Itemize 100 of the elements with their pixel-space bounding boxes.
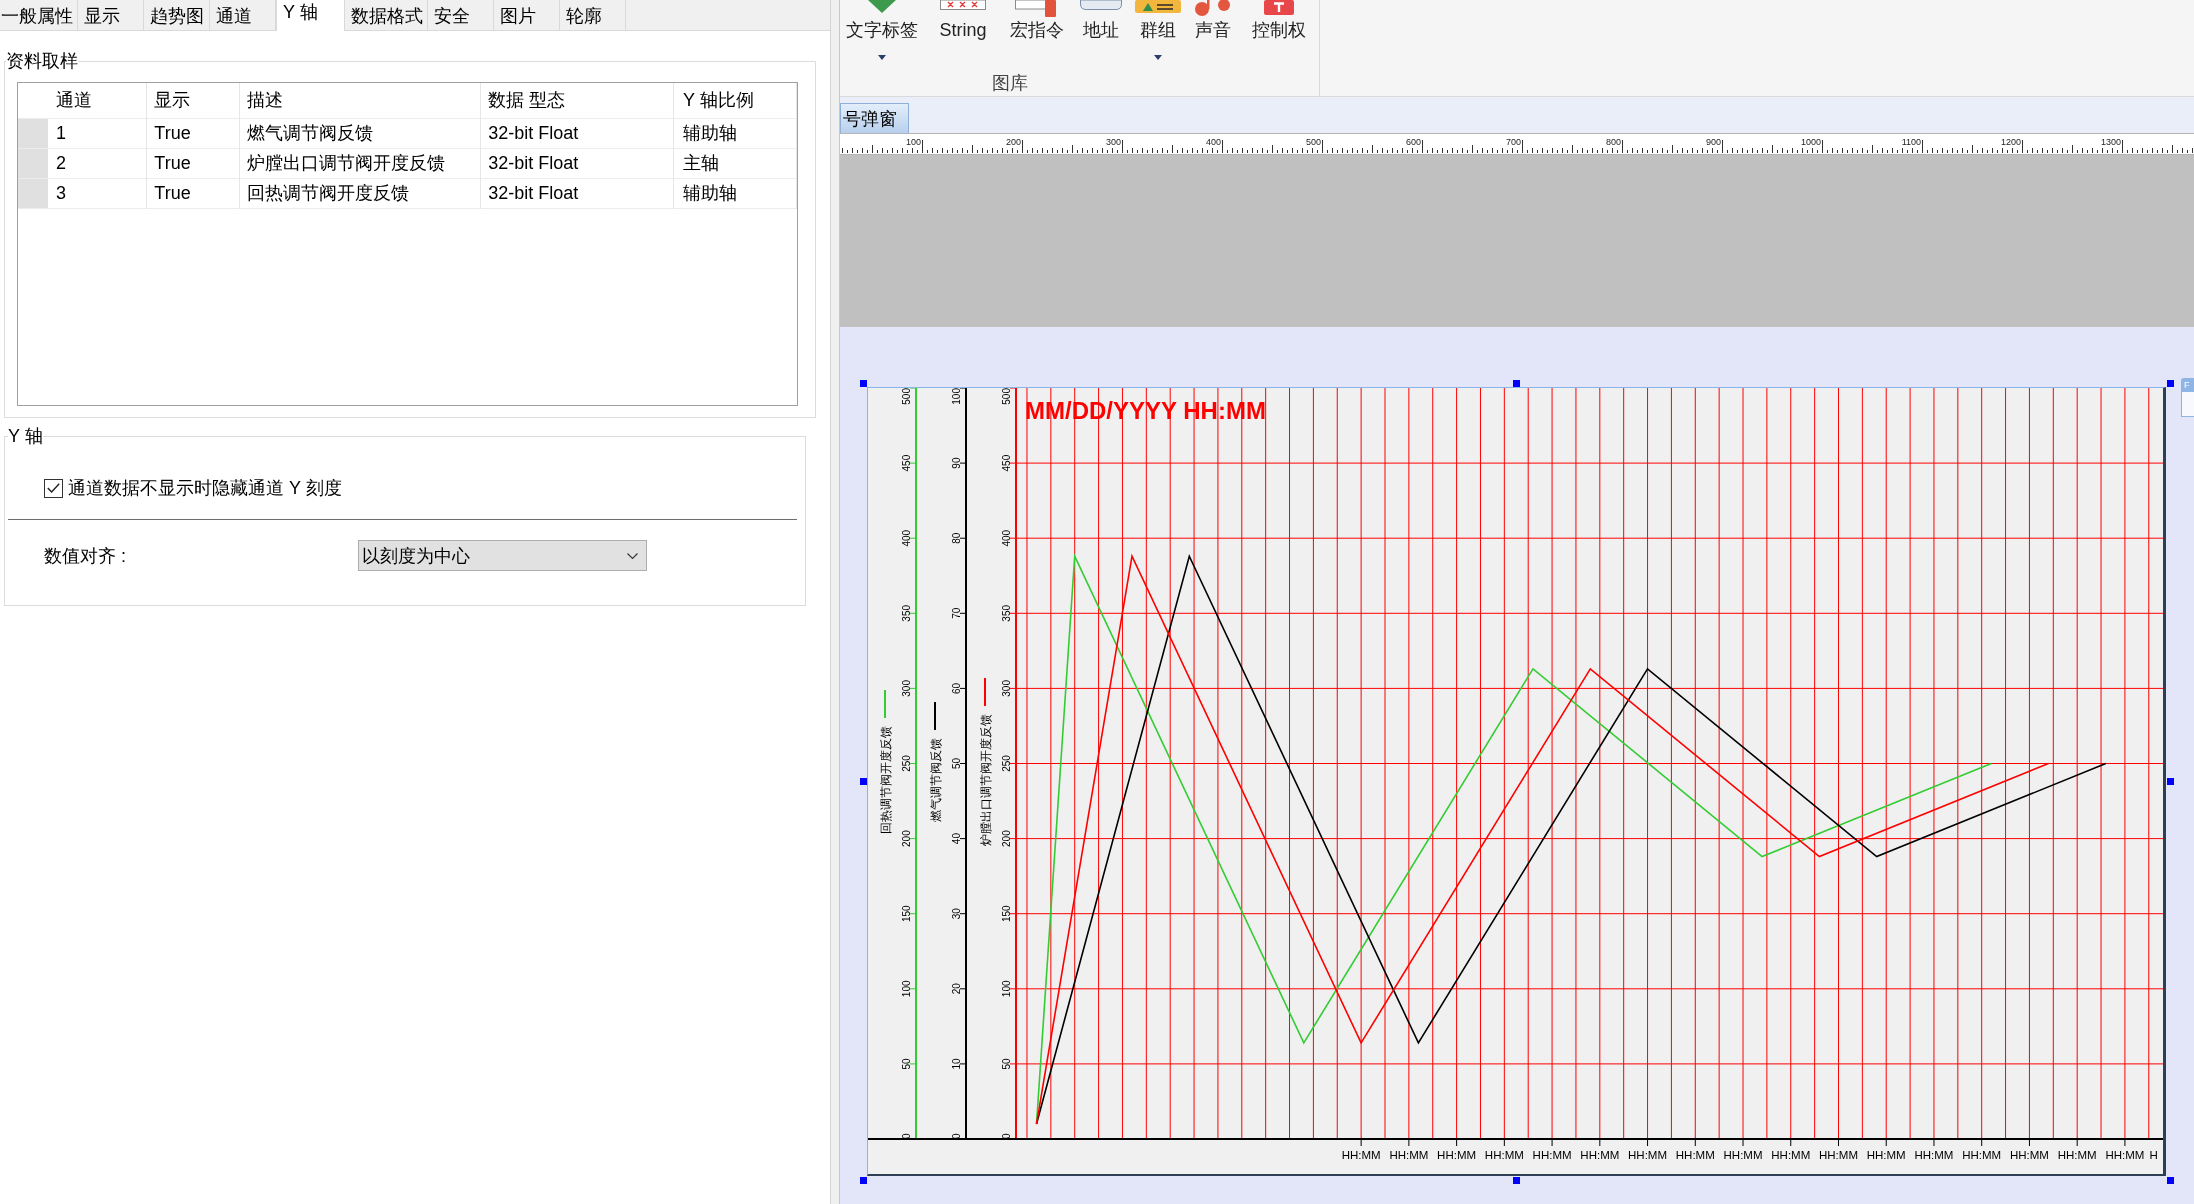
resize-handle[interactable] [2167,1177,2174,1184]
resize-handle[interactable] [1512,380,1520,387]
axis-tick-label: 450 [901,454,912,472]
axis-tick-label: 60 [951,682,962,694]
group-title: 资料取样 [6,50,78,73]
axis-tick-label: 100 [901,980,912,998]
column-header[interactable]: 显示 [146,83,240,118]
axis-tick-label: HH:MM [1389,1149,1429,1161]
axis-tick-label: 250 [1001,755,1012,772]
axis-tick-label: 20 [951,983,962,995]
resize-handle[interactable] [860,1177,867,1184]
axis-tick-label: HH:MM [1819,1149,1858,1161]
ruler-label: 500 [1305,137,1321,147]
ruler-label: 1000 [1800,137,1821,147]
ruler-label: 400 [1205,137,1221,147]
splitter[interactable] [830,0,840,1204]
legend-label: 燃气调节阀反馈 [929,738,943,822]
axis-tick-label: HH:MM [1341,1149,1381,1161]
checkmark-icon [47,483,60,493]
axis-tick-label: HH:MM [2057,1149,2097,1161]
ribbon-button[interactable]: 声音 [1182,0,1244,62]
axis-tick-label: HH:MM [1532,1149,1572,1161]
ribbon-button[interactable]: String [920,0,1006,62]
ruler-label: 300 [1105,137,1121,147]
ruler-label: 700 [1505,137,1521,147]
ribbon-button[interactable]: 群组 [1134,0,1182,62]
axis-tick-label: 30 [951,908,962,920]
axis-tick-label: 10 [951,1058,962,1070]
axis-tick-label: HH:MM [1771,1149,1811,1161]
resize-handle[interactable] [1512,1177,1520,1184]
table-cell: 32-bit Float [480,118,674,148]
axis-tick-label: 300 [901,680,912,697]
axis-tick-label: 400 [1001,529,1012,547]
table-cell: 炉膛出口调节阀开度反馈 [239,148,481,178]
tab[interactable]: Y 轴 [276,0,345,31]
ribbon-button[interactable]: 宏指令 [1006,0,1068,62]
table-cell: 32-bit Float [480,148,674,178]
axis-tick-label: 350 [901,604,912,622]
table-cell: True [146,118,240,148]
axis-tick-label: 90 [951,457,962,469]
ruler-label: 1300 [2100,137,2121,147]
axis-tick-label: 250 [901,755,912,772]
column-header[interactable]: 数据 型态 [480,83,674,118]
checkbox[interactable] [44,478,63,498]
column-header[interactable]: Y 轴比例 [673,83,797,118]
checkbox-label: 通道数据不显示时隐藏通道 Y 刻度 [68,477,342,499]
column-header[interactable]: 描述 [239,83,481,118]
row-header-cell[interactable] [18,118,48,148]
music-note-icon [1194,0,1232,16]
axis-tick-label: HH:MM [1962,1149,2002,1161]
table-cell: 辅助轴 [673,178,797,208]
axis-tick-label: HH:MM [1723,1149,1763,1161]
ribbon-button[interactable]: 文字标签 [844,0,920,62]
axis-tick-label: 500 [1001,388,1012,405]
resize-handle[interactable] [860,380,867,387]
axis-tick-label: 50 [951,757,962,770]
ribbon-button[interactable]: 地址 [1068,0,1134,62]
axis-tick-label: 80 [951,532,962,544]
ruler-label: 200 [1005,137,1021,147]
legend-line-icon [934,702,936,730]
axis-tick-label: HH:MM [1580,1149,1620,1161]
ruler-label: 600 [1405,137,1421,147]
resize-handle[interactable] [860,778,867,785]
tab[interactable]: 一般属性 [0,0,78,30]
row-header-cell[interactable] [18,178,48,208]
alignment-dropdown[interactable]: 以刻度为中心 [358,540,647,571]
table-cell: 1 [47,118,147,148]
ruler-label: 900 [1705,137,1721,147]
axis-tick-label: 450 [1001,454,1012,472]
axis-tick-label: 100 [1001,980,1012,998]
table-cell: 辅助轴 [673,118,797,148]
ruler-label: 800 [1605,137,1621,147]
axis-tick-label: HH:MM [1866,1149,1906,1161]
axis-tick-label: 40 [951,833,962,845]
table-cell: 32-bit Float [480,178,674,208]
axis-tick-label: 0 [951,1133,962,1139]
axis-tick-label: 300 [1001,680,1012,697]
axis-tick-label: 100 [951,388,962,405]
axis-tick-label: 50 [1001,1058,1012,1070]
resize-handle[interactable] [2167,380,2174,387]
axis-tick-label: 400 [901,529,912,547]
chevron-down-icon [627,552,638,559]
table-cell: True [146,148,240,178]
axis-tick-label: 200 [1001,830,1012,847]
legend-label: 回热调节阀开度反馈 [879,726,893,834]
resize-handle[interactable] [2167,778,2174,785]
row-header-cell[interactable] [18,148,48,178]
axis-tick-label: HH:MM [2105,1149,2145,1161]
table-cell: 2 [47,148,147,178]
table-cell: 主轴 [673,148,797,178]
ribbon-button[interactable]: 控制权 [1244,0,1314,62]
axis-tick-label: 200 [901,830,912,847]
field-label: 数值对齐 : [44,544,127,567]
legend-label: 炉膛出口调节阀开度反馈 [979,714,993,846]
diamond-icon [868,0,896,13]
column-header[interactable]: 通道 [47,83,147,118]
ruler-label: 1200 [2000,137,2021,147]
axis-tick-label: 500 [901,388,912,405]
ruler-label: 1100 [1901,137,1921,147]
document-tab[interactable]: 号弹窗 [840,103,909,133]
